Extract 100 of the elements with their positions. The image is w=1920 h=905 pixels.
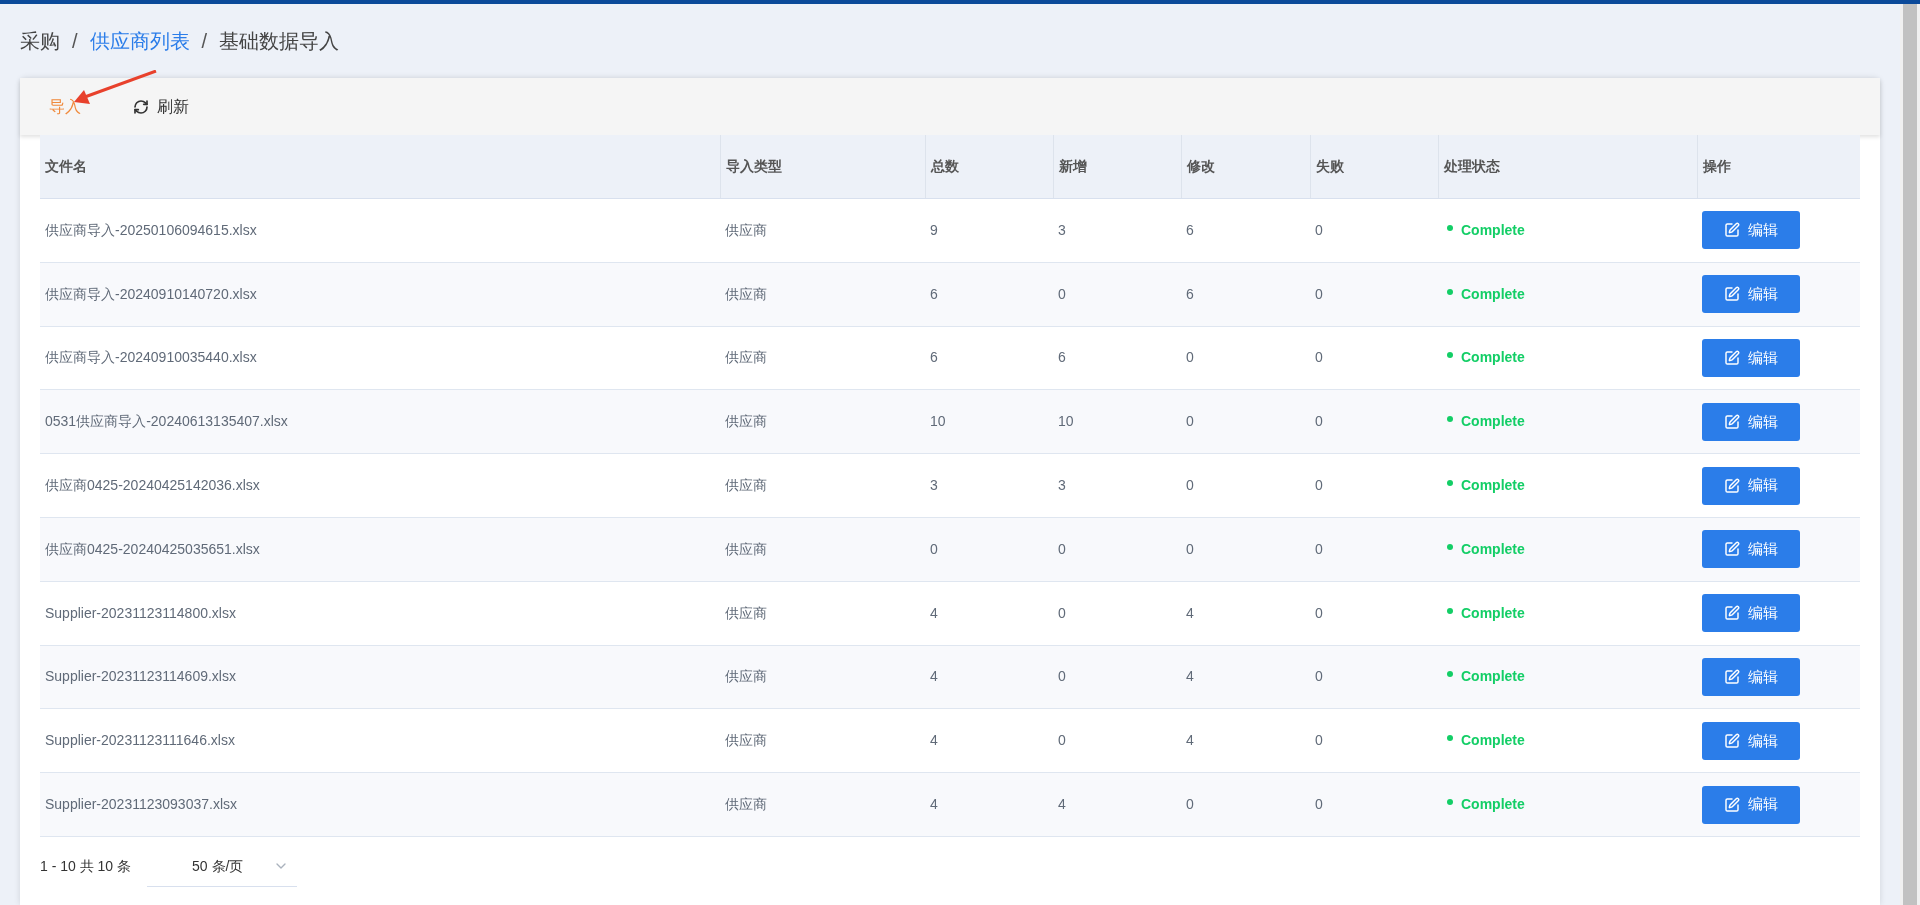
table-cell-text: 4	[1185, 603, 1195, 623]
edit-button[interactable]: 编辑	[1702, 466, 1800, 505]
table-cell-text: 供应商	[724, 667, 768, 687]
status-text: Complete	[1461, 348, 1525, 368]
table-cell-text: 0	[1314, 220, 1324, 240]
edit-icon	[1724, 413, 1740, 430]
refresh-button[interactable]: 刷新	[133, 94, 189, 119]
edit-button[interactable]: 编辑	[1702, 785, 1800, 824]
table-cell-text: 供应商0425-20240425035651.xlsx	[44, 539, 261, 559]
status-text: Complete	[1461, 539, 1525, 559]
refresh-icon	[133, 98, 149, 115]
edit-button[interactable]: 编辑	[1702, 594, 1800, 633]
table-cell-text: 6	[1185, 220, 1195, 240]
edit-button[interactable]: 编辑	[1702, 211, 1800, 250]
edit-icon	[1724, 477, 1740, 494]
edit-button[interactable]: 编辑	[1702, 275, 1800, 314]
table-cell-text: 3	[929, 476, 939, 496]
status-text: Complete	[1461, 603, 1525, 623]
status-text: Complete	[1461, 284, 1525, 304]
column-header: 操作	[1697, 135, 1860, 198]
edit-icon	[1724, 286, 1740, 303]
edit-button[interactable]: 编辑	[1702, 721, 1800, 760]
table-cell-text: 供应商导入-20240910035440.xlsx	[44, 348, 258, 368]
status-text: Complete	[1461, 220, 1525, 240]
column-header: 文件名	[44, 157, 88, 176]
status-text: Complete	[1461, 667, 1525, 687]
table-cell-text: 供应商	[724, 220, 768, 240]
column-header: 导入类型	[720, 135, 925, 198]
breadcrumb-item: 采购	[20, 29, 60, 54]
table-cell-text: 0	[1314, 667, 1324, 687]
pagination-summary: 1 - 10 共 10 条	[40, 857, 132, 877]
table-cell-text: 10	[1057, 412, 1075, 432]
table-cell-text: 供应商	[724, 731, 768, 751]
page-size-select[interactable]: 50 条/页	[147, 846, 298, 887]
table-cell-text: 供应商	[724, 348, 768, 368]
table-cell-text: 4	[1185, 667, 1195, 687]
column-header: 失败	[1310, 135, 1438, 198]
table-cell-text: 0	[1314, 284, 1324, 304]
table-cell-text: 0	[1314, 731, 1324, 751]
table-cell-text: 供应商导入-20250106094615.xlsx	[44, 220, 258, 240]
edit-button[interactable]: 编辑	[1702, 530, 1800, 569]
table-cell-text: 0	[1057, 731, 1067, 751]
table-cell-text: 0531供应商导入-20240613135407.xlsx	[44, 412, 289, 432]
table-cell-text: 供应商	[724, 795, 768, 815]
table-cell-text: 4	[929, 795, 939, 815]
edit-icon	[1724, 796, 1740, 813]
edit-icon	[1724, 732, 1740, 749]
table-cell-text: 10	[929, 412, 947, 432]
table-cell-text: 0	[929, 539, 939, 559]
table-cell-text: 0	[1314, 795, 1324, 815]
table-cell-text: 0	[1314, 412, 1324, 432]
table-cell-text: 4	[929, 603, 939, 623]
table-cell-text: 0	[1057, 284, 1067, 304]
table-cell-text: Supplier-20231123093037.xlsx	[44, 795, 238, 815]
column-header: 处理状态	[1438, 135, 1697, 198]
table-cell-text: 供应商	[724, 284, 768, 304]
table-cell-text: 0	[1314, 348, 1324, 368]
edit-icon	[1724, 668, 1740, 685]
table-cell-text: Supplier-20231123111646.xlsx	[44, 731, 236, 751]
table-cell-text: 0	[1185, 476, 1195, 496]
table-cell-text: 0	[1057, 603, 1067, 623]
table-cell-text: 4	[1185, 731, 1195, 751]
table-cell-text: Supplier-20231123114800.xlsx	[44, 603, 237, 623]
breadcrumb-link[interactable]: 供应商列表	[89, 26, 190, 56]
status-text: Complete	[1461, 412, 1525, 432]
edit-icon	[1724, 605, 1740, 622]
table-cell-text: 供应商	[724, 476, 768, 496]
edit-icon	[1724, 350, 1740, 366]
breadcrumb-separator: /	[201, 29, 208, 54]
table-cell-text: 3	[1057, 476, 1067, 496]
table-cell-text: 4	[929, 667, 939, 687]
edit-icon	[1724, 222, 1740, 239]
column-header: 修改	[1181, 135, 1310, 198]
table-cell-text: 6	[1185, 284, 1195, 304]
table-cell-text: 供应商	[724, 539, 768, 559]
column-header: 总数	[925, 135, 1053, 198]
table-cell-text: 供应商	[724, 603, 768, 623]
status-text: Complete	[1461, 795, 1525, 815]
table-cell-text: 0	[1185, 539, 1195, 559]
edit-icon	[1724, 541, 1740, 558]
table-cell-text: 4	[1057, 795, 1067, 815]
table-cell-text: 6	[1057, 348, 1067, 368]
table-cell-text: 0	[1185, 795, 1195, 815]
table-cell-text: 0	[1314, 476, 1324, 496]
table-cell-text: 0	[1057, 539, 1067, 559]
edit-button[interactable]: 编辑	[1702, 339, 1800, 377]
table-cell-text: 供应商导入-20240910140720.xlsx	[44, 284, 258, 304]
table-cell-text: 0	[1314, 539, 1324, 559]
table-cell-text: 9	[929, 220, 939, 240]
table-cell-text: 0	[1057, 667, 1067, 687]
table-cell-text: 4	[929, 731, 939, 751]
edit-button[interactable]: 编辑	[1702, 657, 1800, 696]
status-text: Complete	[1461, 476, 1525, 496]
table-cell-text: 6	[929, 284, 939, 304]
table-cell-text: 3	[1057, 220, 1067, 240]
column-header: 新增	[1053, 135, 1181, 198]
table-cell-text: 供应商0425-20240425142036.xlsx	[44, 476, 261, 496]
table-cell-text: 6	[929, 348, 939, 368]
import-button[interactable]: 导入	[49, 94, 81, 119]
edit-button[interactable]: 编辑	[1702, 402, 1800, 441]
